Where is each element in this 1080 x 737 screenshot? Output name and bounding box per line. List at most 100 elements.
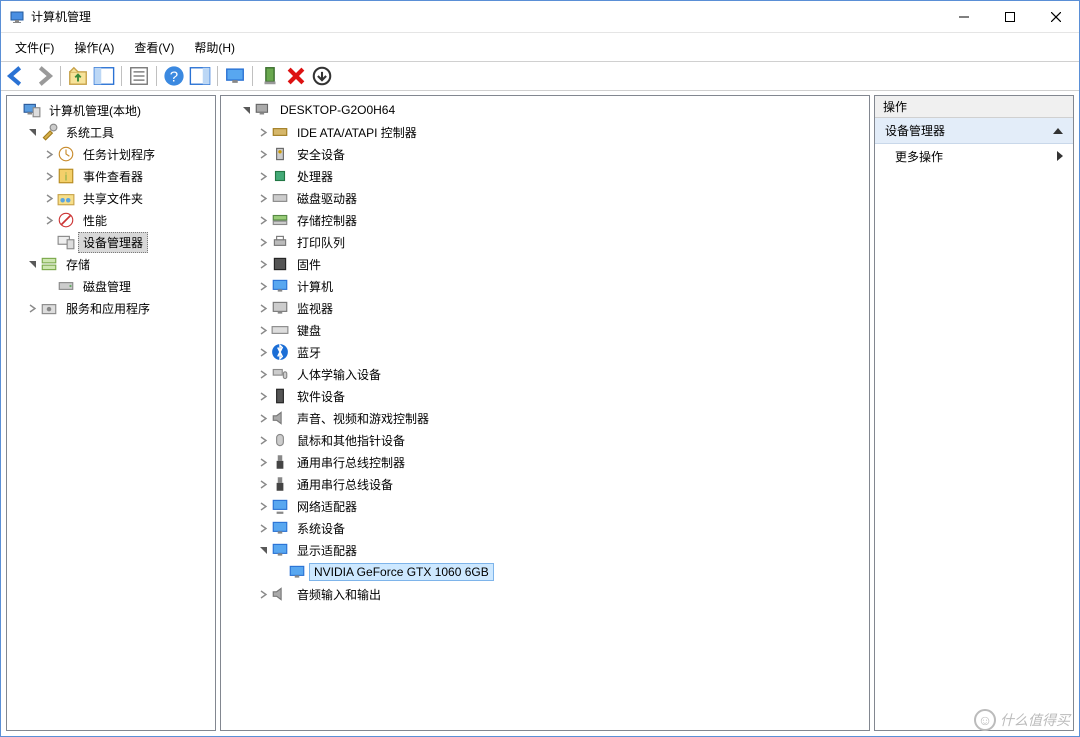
chevron-right-icon[interactable]	[255, 344, 271, 360]
dev-gpu-nvidia[interactable]: NVIDIA GeForce GTX 1060 6GB	[221, 561, 869, 583]
chevron-right-icon[interactable]	[255, 498, 271, 514]
chevron-right-icon[interactable]	[255, 586, 271, 602]
dev-usb-devices[interactable]: 通用串行总线设备	[221, 473, 869, 495]
menu-action[interactable]: 操作(A)	[64, 35, 124, 60]
dev-software[interactable]: 软件设备	[221, 385, 869, 407]
actions-group-head[interactable]: 设备管理器	[875, 118, 1073, 144]
dev-computer-cat[interactable]: 计算机	[221, 275, 869, 297]
actions-more[interactable]: 更多操作	[875, 144, 1073, 168]
dev-security[interactable]: 安全设备	[221, 143, 869, 165]
chevron-right-icon[interactable]	[255, 432, 271, 448]
maximize-button[interactable]	[987, 1, 1033, 33]
chevron-down-icon[interactable]	[238, 102, 254, 118]
dev-storage-ctrl[interactable]: 存储控制器	[221, 209, 869, 231]
chevron-right-icon[interactable]	[255, 124, 271, 140]
chevron-right-icon[interactable]	[41, 146, 57, 162]
dev-system[interactable]: 系统设备	[221, 517, 869, 539]
dev-disk-drives[interactable]: 磁盘驱动器	[221, 187, 869, 209]
menu-view[interactable]: 查看(V)	[124, 35, 184, 60]
computer-icon	[254, 102, 272, 118]
dev-mouse[interactable]: 鼠标和其他指针设备	[221, 429, 869, 451]
dev-sound-video-game[interactable]: 声音、视频和游戏控制器	[221, 407, 869, 429]
dev-cpu[interactable]: 处理器	[221, 165, 869, 187]
close-button[interactable]	[1033, 1, 1079, 33]
svg-text:i: i	[65, 172, 68, 184]
tree-shared-folders[interactable]: 共享文件夹	[7, 187, 215, 209]
chevron-right-icon[interactable]	[41, 190, 57, 206]
dev-display-adapters[interactable]: 显示适配器	[221, 539, 869, 561]
dev-bluetooth[interactable]: 蓝牙	[221, 341, 869, 363]
dev-ide-ata[interactable]: IDE ATA/ATAPI 控制器	[221, 121, 869, 143]
dev-root-computer[interactable]: DESKTOP-G2O0H64	[221, 99, 869, 121]
tree-task-scheduler[interactable]: 任务计划程序	[7, 143, 215, 165]
chevron-right-icon[interactable]	[255, 146, 271, 162]
chevron-right-icon[interactable]	[24, 300, 40, 316]
properties-button[interactable]	[127, 65, 151, 87]
dev-print-queue[interactable]: 打印队列	[221, 231, 869, 253]
toolbar: ?	[1, 61, 1079, 91]
chevron-right-icon[interactable]	[255, 454, 271, 470]
menu-file[interactable]: 文件(F)	[5, 35, 64, 60]
chevron-right-icon[interactable]	[255, 278, 271, 294]
minimize-button[interactable]	[941, 1, 987, 33]
tree-system-tools[interactable]: 系统工具	[7, 121, 215, 143]
nav-back-button[interactable]	[5, 65, 29, 87]
dev-usb-ctrl[interactable]: 通用串行总线控制器	[221, 451, 869, 473]
tree-label: 蓝牙	[292, 342, 326, 363]
tree-label: 人体学输入设备	[292, 364, 386, 385]
tree-event-viewer[interactable]: i 事件查看器	[7, 165, 215, 187]
dev-firmware[interactable]: 固件	[221, 253, 869, 275]
bluetooth-icon	[271, 344, 289, 360]
show-action-pane-button[interactable]	[188, 65, 212, 87]
tree-services-apps[interactable]: 服务和应用程序	[7, 297, 215, 319]
chevron-right-icon[interactable]	[255, 234, 271, 250]
show-hide-tree-button[interactable]	[92, 65, 116, 87]
tree-label: 键盘	[292, 320, 326, 341]
dev-keyboard[interactable]: 键盘	[221, 319, 869, 341]
chevron-down-icon[interactable]	[24, 256, 40, 272]
tree-label: 打印队列	[292, 232, 350, 253]
uninstall-button[interactable]	[284, 65, 308, 87]
chevron-right-icon[interactable]	[255, 190, 271, 206]
chevron-right-icon[interactable]	[41, 212, 57, 228]
chevron-right-icon[interactable]	[41, 168, 57, 184]
tools-icon	[40, 124, 58, 140]
chevron-right-icon[interactable]	[255, 520, 271, 536]
disable-button[interactable]	[310, 65, 334, 87]
chevron-right-icon[interactable]	[255, 212, 271, 228]
scan-hardware-button[interactable]	[223, 65, 247, 87]
tree-label: 设备管理器	[78, 232, 148, 253]
device-tree[interactable]: DESKTOP-G2O0H64 IDE ATA/ATAPI 控制器 安全设备 处…	[221, 96, 869, 730]
up-button[interactable]	[66, 65, 90, 87]
actions-group-label: 设备管理器	[885, 122, 945, 139]
console-tree[interactable]: 计算机管理(本地) 系统工具 任务计划程序	[7, 96, 215, 730]
nav-forward-button[interactable]	[31, 65, 55, 87]
update-driver-button[interactable]	[258, 65, 282, 87]
chevron-right-icon[interactable]	[255, 410, 271, 426]
dev-network[interactable]: 网络适配器	[221, 495, 869, 517]
cpu-icon	[271, 168, 289, 184]
chevron-right-icon[interactable]	[255, 256, 271, 272]
ide-icon	[271, 124, 289, 140]
tree-performance[interactable]: 性能	[7, 209, 215, 231]
dev-hid[interactable]: 人体学输入设备	[221, 363, 869, 385]
display-adapter-icon	[271, 542, 289, 558]
tree-disk-mgmt[interactable]: 磁盘管理	[7, 275, 215, 297]
help-button[interactable]: ?	[162, 65, 186, 87]
tree-storage[interactable]: 存储	[7, 253, 215, 275]
chevron-right-icon[interactable]	[255, 476, 271, 492]
chevron-right-icon[interactable]	[255, 388, 271, 404]
tree-label: 系统设备	[292, 518, 350, 539]
tree-label: 处理器	[292, 166, 338, 187]
chevron-down-icon[interactable]	[255, 542, 271, 558]
dev-monitor[interactable]: 监视器	[221, 297, 869, 319]
chevron-right-icon[interactable]	[255, 366, 271, 382]
tree-device-manager[interactable]: 设备管理器	[7, 231, 215, 253]
dev-audio-io[interactable]: 音频输入和输出	[221, 583, 869, 605]
chevron-right-icon[interactable]	[255, 322, 271, 338]
chevron-down-icon[interactable]	[24, 124, 40, 140]
chevron-right-icon[interactable]	[255, 168, 271, 184]
menu-help[interactable]: 帮助(H)	[184, 35, 245, 60]
tree-root-computer-mgmt[interactable]: 计算机管理(本地)	[7, 99, 215, 121]
chevron-right-icon[interactable]	[255, 300, 271, 316]
